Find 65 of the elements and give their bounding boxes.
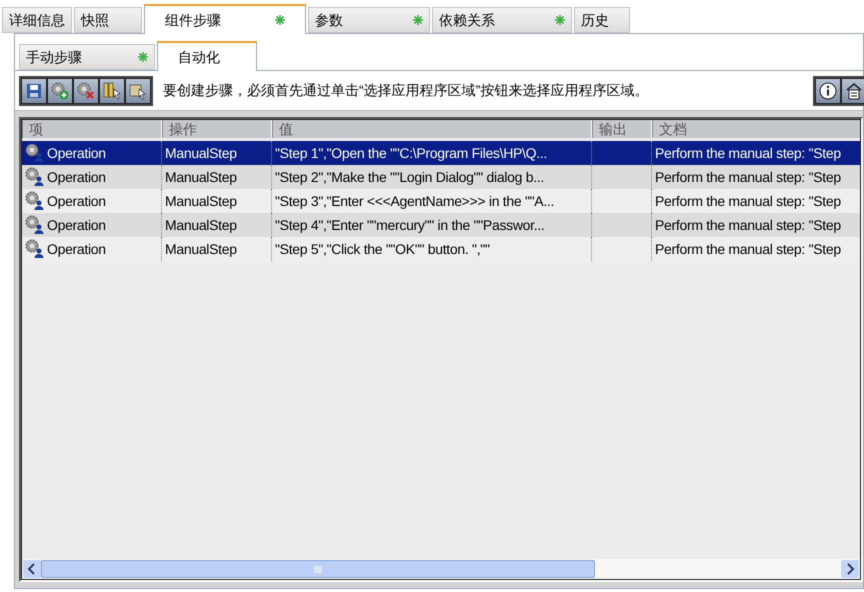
gear-person-icon [25,215,45,235]
table-cell-text: Operation [47,192,106,211]
toolbar-message: 要创建步骤，必须首先通过单击“选择应用程序区域”按钮来选择应用程序区域。 [163,81,650,100]
select-area-button[interactable] [125,78,151,104]
scroll-right-icon[interactable] [841,560,859,578]
table-cell-text: Perform the manual step: "Step [655,168,841,187]
add-button[interactable] [47,78,73,104]
table-cell-text: Perform the manual step: "Step [655,144,841,163]
column-header[interactable]: 值 [272,120,592,138]
save-icon [26,82,42,98]
tab[interactable]: 详细信息 [2,7,72,33]
table-cell-text: ManualStep [165,168,237,187]
tab[interactable]: 组件步骤 [144,4,306,34]
column-header[interactable]: 操作 [162,120,272,138]
tab[interactable]: 历史 [574,7,630,33]
gear-person-icon [25,191,45,211]
asterisk-icon [138,52,148,62]
grip-icon [314,566,322,572]
tab[interactable]: 参数 [308,7,430,33]
gear-add-icon [51,82,69,100]
gear-person-icon [25,167,45,187]
table-row[interactable]: Operation ManualStep "Step 4","Enter ""mercury"" in the ""Passwor... Perform the manual step: "Step [22,213,860,237]
columns-icon [103,82,121,100]
table-cell-text: ManualStep [165,144,237,163]
table-cell-text: Operation [47,216,106,235]
table-cell-text: "Step 2","Make the ""Login Dialog"" dialog b... [275,168,544,187]
table-cell-text: "Step 4","Enter ""mercury"" in the ""Passwor... [275,216,545,235]
table-cell-text: "Step 1","Open the ""C:\Program Files\HP\Q... [275,144,548,163]
tab[interactable]: 依赖关系 [432,7,572,33]
scrollbar-thumb[interactable] [41,560,595,578]
tab[interactable]: 快照 [74,7,142,33]
info-button[interactable] [815,78,841,104]
columns-button[interactable] [99,78,125,104]
table-cell-text: ManualStep [165,192,237,211]
table-cell-text: Perform the manual step: "Step [655,240,841,259]
column-header[interactable]: 文档 [652,120,860,138]
table-cell-text: ManualStep [165,216,237,235]
table-cell-text: Perform the manual step: "Step [655,192,841,211]
asterisk-icon [555,15,565,25]
info-icon [819,82,837,100]
asterisk-icon [413,15,423,25]
table-cell-text: "Step 5","Click the ""OK"" button. ","" [275,240,490,259]
asterisk-icon [275,15,285,25]
table-cell-text: Perform the manual step: "Step [655,216,841,235]
scroll-left-icon[interactable] [23,560,41,578]
table-cell-text: Operation [47,240,106,259]
tab[interactable]: 手动步骤 [19,44,155,70]
table-cell-text: "Step 3","Enter <<<AgentName>>> in the ""A... [275,192,554,211]
gear-person-icon [25,143,45,163]
column-header[interactable]: 项 [22,120,162,138]
window-cursor-icon [129,82,147,100]
table-cell-text: ManualStep [165,240,237,259]
column-header[interactable]: 输出 [592,120,652,138]
table-row[interactable]: Operation ManualStep "Step 1","Open the ""C:\Program Files\HP\Q... Perform the manual step: "Step [22,141,860,165]
table-cell-text: Operation [47,168,106,187]
table-row[interactable]: Operation ManualStep "Step 2","Make the ""Login Dialog"" dialog b... Perform the manual step: "Step [22,165,860,189]
save-button[interactable] [21,78,47,104]
gear-delete-icon [77,82,95,100]
gear-person-icon [25,239,45,259]
properties-button[interactable] [841,78,864,104]
delete-button[interactable] [73,78,99,104]
horizontal-scrollbar[interactable] [22,559,860,579]
tab[interactable]: 自动化 [157,41,257,71]
table-cell-text: Operation [47,144,106,163]
properties-icon [845,82,863,100]
